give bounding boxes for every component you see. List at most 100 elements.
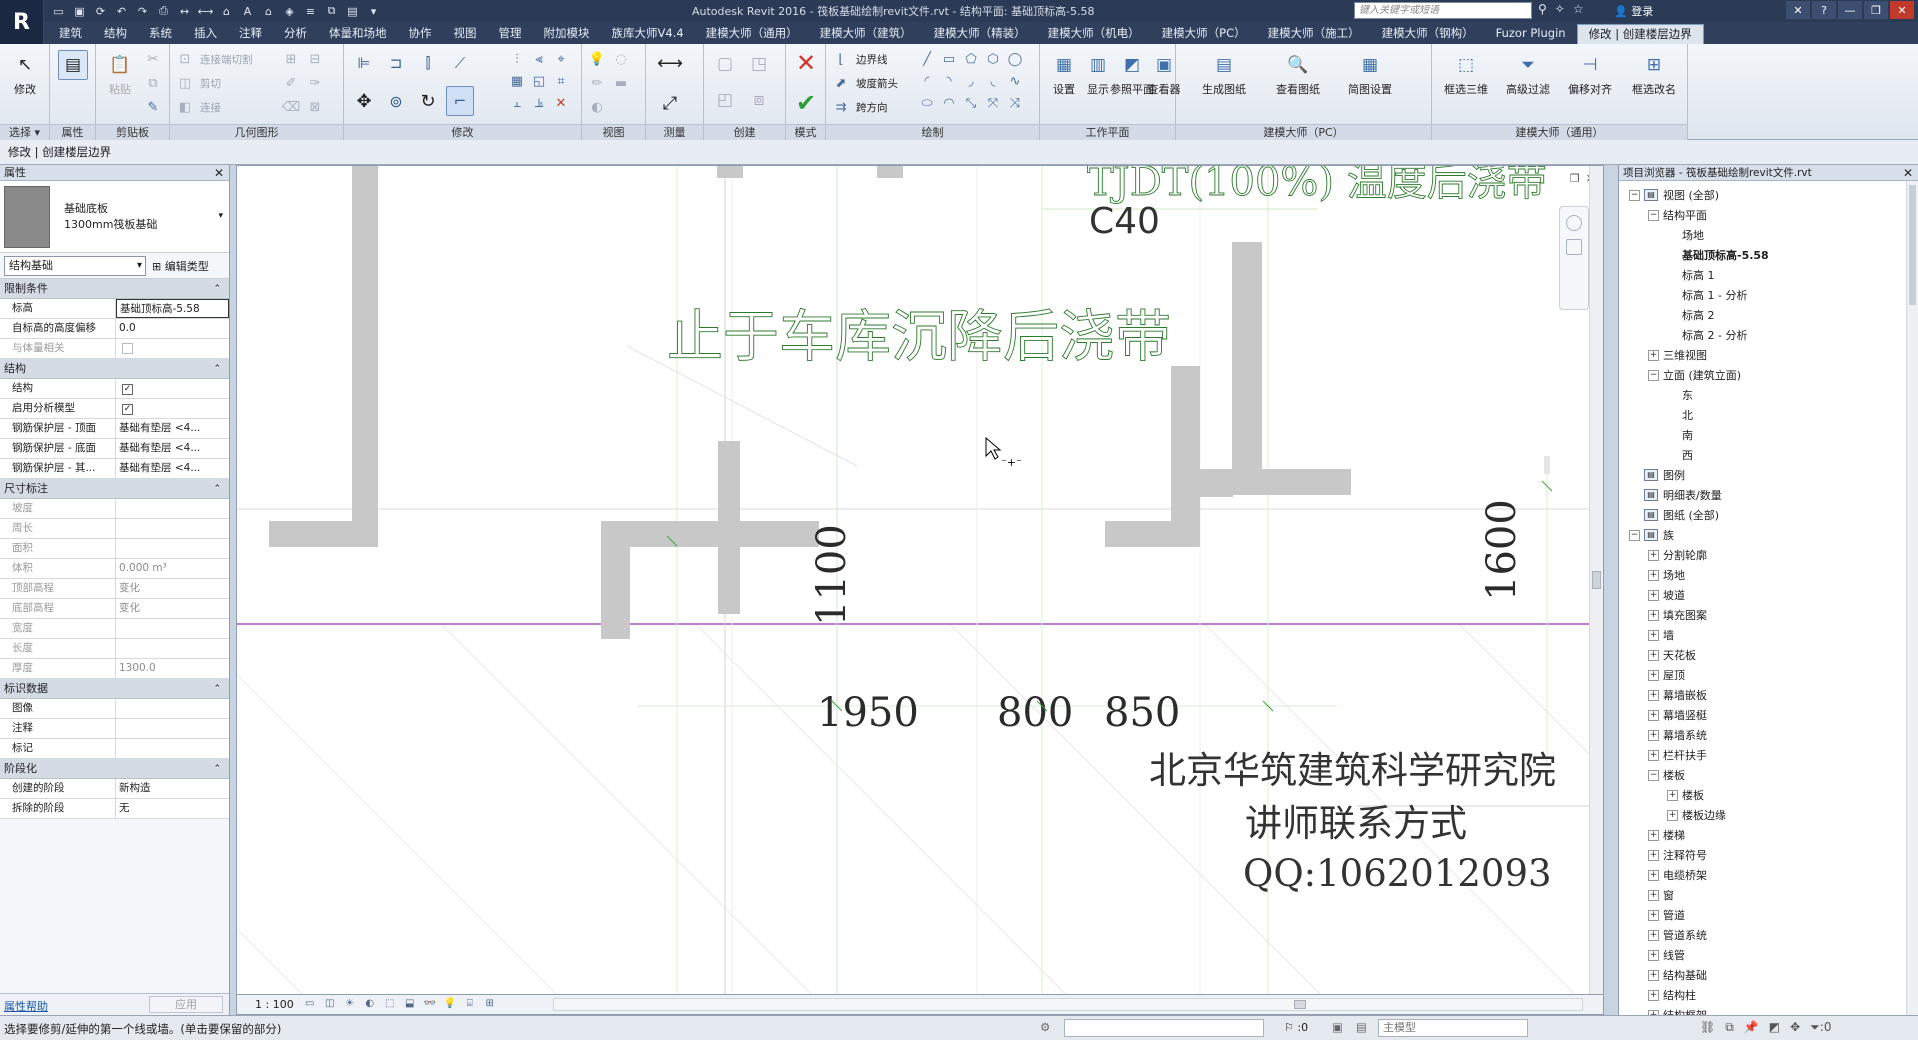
wall-segment[interactable] [717, 166, 743, 178]
ribbon-tab[interactable]: 管理 [488, 24, 533, 44]
expand-toggle-icon[interactable]: + [1648, 849, 1659, 861]
temp-hide-icon[interactable]: ◐ [588, 98, 606, 116]
sun-path-icon[interactable]: ☀ [342, 998, 358, 1012]
browser-node[interactable]: 标高 2 - 分析 [1619, 325, 1918, 345]
ribbon-tab[interactable]: 系统 [138, 24, 183, 44]
design-options-icon[interactable]: ⚐ [1284, 1021, 1294, 1034]
analytical-model-icon[interactable]: ⌸ [462, 998, 478, 1012]
expand-toggle-icon[interactable]: + [1648, 629, 1659, 641]
rotate-icon[interactable]: ↻ [414, 86, 442, 116]
login-button[interactable]: 👤 登录 [1614, 3, 1653, 19]
browser-node[interactable]: 场地 [1619, 225, 1918, 245]
wall-join-icon[interactable]: ⊞ [282, 50, 300, 68]
pin-icon[interactable]: ⌖ [552, 50, 570, 68]
apply-button[interactable]: 应用 [149, 996, 223, 1013]
navigation-bar[interactable] [1559, 206, 1589, 310]
mass-checkbox[interactable] [122, 343, 133, 354]
editable-only-icon[interactable]: ▣ [1332, 1020, 1343, 1034]
dimension-850[interactable]: 850 [1104, 690, 1180, 736]
create-assembly-icon[interactable]: ◰ [710, 86, 740, 114]
worksets-icon[interactable]: ⚙ [1040, 1020, 1050, 1034]
browser-node[interactable]: − 立面 (建筑立面) [1619, 365, 1918, 385]
box-rename-button[interactable]: ⊞ 框选改名 [1626, 50, 1682, 122]
trim-single-icon[interactable]: ⫠ [508, 94, 526, 112]
browser-node[interactable]: 北 [1619, 405, 1918, 425]
expand-toggle-icon[interactable]: + [1648, 909, 1659, 921]
browser-node[interactable]: + 管道系统 [1619, 925, 1918, 945]
wall-segment[interactable] [601, 521, 630, 639]
wall-segment[interactable] [601, 521, 819, 547]
inscribed-polygon-icon[interactable]: ⬠ [962, 50, 980, 68]
browser-node[interactable]: + 幕墙竖梃 [1619, 705, 1918, 725]
restore-button[interactable]: ❐ [1864, 1, 1888, 19]
measure-icon[interactable]: ↔ [176, 3, 193, 19]
wall-segment[interactable] [1171, 366, 1200, 546]
align-icon[interactable]: ⊫ [350, 50, 378, 76]
ribbon-tab[interactable]: 建模大师（建筑） [809, 24, 923, 44]
join-cut-label[interactable]: 连接端切割 [200, 52, 253, 67]
exclude-options-icon[interactable]: ▤ [1356, 1020, 1367, 1034]
browser-node[interactable]: 标高 1 - 分析 [1619, 285, 1918, 305]
finish-edit-icon[interactable]: ✔ [792, 89, 820, 117]
favorites-icon[interactable]: ☆ [1573, 2, 1584, 16]
browser-node[interactable]: + 墙 [1619, 625, 1918, 645]
expand-toggle-icon[interactable]: + [1648, 969, 1659, 981]
offset-align-button[interactable]: ⊣ 偏移对齐 [1562, 50, 1618, 122]
horizontal-scrollbar[interactable] [553, 998, 1583, 1011]
pick-lines-icon[interactable]: ⤡ [962, 94, 980, 112]
select-underlay-icon[interactable]: ⧉ [1725, 1020, 1734, 1035]
ribbon-tab[interactable]: 注释 [228, 24, 273, 44]
thin-lines-icon[interactable]: ≡ [302, 3, 319, 19]
phase-created-field[interactable]: 新构造 [116, 779, 229, 798]
cut-geometry-icon[interactable]: ◫ [176, 74, 194, 92]
create-parts-icon[interactable]: ▢ [710, 50, 740, 78]
span-direction-button[interactable]: 跨方向 [856, 100, 888, 115]
dimension-icon[interactable]: ⟷ [197, 3, 214, 19]
modify-button[interactable]: ↖ 修改 [3, 50, 47, 122]
expand-toggle-icon[interactable]: + [1648, 549, 1659, 561]
browser-node[interactable]: ▤ 明细表/数量 [1619, 485, 1918, 505]
browser-node[interactable]: + 注释符号 [1619, 845, 1918, 865]
browser-node[interactable]: − ▤ 视图 (全部) [1619, 185, 1918, 205]
wall-segment[interactable] [352, 166, 378, 546]
vertical-scrollbar[interactable] [1589, 166, 1603, 994]
detail-level-icon[interactable]: ▭ [302, 998, 318, 1012]
browser-node[interactable]: + 线管 [1619, 945, 1918, 965]
expand-toggle-icon[interactable]: + [1648, 669, 1659, 681]
close-icon[interactable]: ✕ [1903, 165, 1913, 181]
category-filter-select[interactable]: 结构基础 [4, 255, 146, 276]
shadows-icon[interactable]: ◐ [362, 998, 378, 1012]
drawing-area[interactable]: TJDT(100%) 温度后浇带 C40 止于车库沉降后浇带 1950 800 … [236, 165, 1604, 995]
browser-node[interactable]: + 楼板边缘 [1619, 805, 1918, 825]
save-icon[interactable]: ▣ [71, 3, 88, 19]
ribbon-tab[interactable]: 附加模块 [533, 24, 601, 44]
browser-node[interactable]: − ▤ 族 [1619, 525, 1918, 545]
scale-icon[interactable]: ◱ [530, 72, 548, 90]
ribbon-tab[interactable]: 视图 [443, 24, 488, 44]
expand-toggle-icon[interactable]: + [1648, 689, 1659, 701]
expand-toggle-icon[interactable]: − [1629, 189, 1640, 201]
select-links-icon[interactable]: ⛓ [1700, 1020, 1715, 1035]
match-type-icon[interactable]: ✎ [144, 98, 162, 116]
ribbon-tab[interactable]: 建筑 [48, 24, 93, 44]
mirror-axis-icon[interactable]: ⫿ [414, 50, 442, 76]
level-field[interactable]: 基础顶标高-5.58 [116, 299, 229, 318]
visual-style-icon[interactable]: ◫ [322, 998, 338, 1012]
split-gap-icon[interactable]: ⫷ [530, 50, 548, 68]
application-menu-button[interactable]: R [0, 0, 44, 44]
arc-center-icon[interactable]: ◝ [940, 72, 958, 90]
ribbon-tab[interactable]: 体量和场地 [318, 24, 398, 44]
expand-toggle-icon[interactable]: + [1648, 929, 1659, 941]
cover-bottom-field[interactable]: 基础有垫层 <4... [116, 439, 229, 458]
browser-node[interactable]: + 结构基础 [1619, 965, 1918, 985]
workset-select[interactable] [1064, 1019, 1264, 1037]
browser-node[interactable]: ▤ 图纸 (全部) [1619, 505, 1918, 525]
expand-toggle-icon[interactable]: + [1648, 709, 1659, 721]
browser-node[interactable]: + 屋顶 [1619, 665, 1918, 685]
ribbon-tab[interactable]: 建模大师（机电） [1037, 24, 1151, 44]
browser-node[interactable]: 标高 1 [1619, 265, 1918, 285]
sync-icon[interactable]: ⟳ [92, 3, 109, 19]
ribbon-tab[interactable]: Fuzor Plugin [1485, 24, 1577, 44]
group-phasing[interactable]: 阶段化 ⌃ [0, 759, 229, 779]
expand-toggle-icon[interactable]: − [1648, 769, 1659, 781]
